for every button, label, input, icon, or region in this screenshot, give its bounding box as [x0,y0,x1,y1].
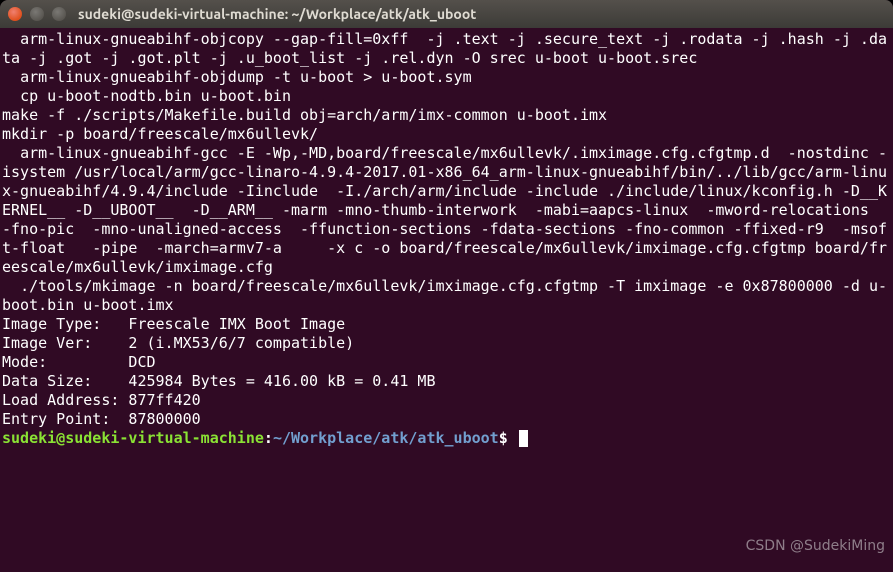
prompt-sep2: $ [499,429,517,447]
terminal-area[interactable]: arm-linux-gnueabihf-objcopy --gap-fill=0… [0,28,893,572]
minimize-icon[interactable] [30,7,44,21]
terminal-window: sudeki@sudeki-virtual-machine: ~/Workpla… [0,0,893,572]
titlebar[interactable]: sudeki@sudeki-virtual-machine: ~/Workpla… [0,0,893,28]
window-title: sudeki@sudeki-virtual-machine: ~/Workpla… [78,5,476,24]
cursor-icon [519,430,528,447]
prompt-user-host: sudeki@sudeki-virtual-machine [2,429,264,447]
prompt-sep1: : [264,429,273,447]
close-icon[interactable] [8,7,22,21]
maximize-icon[interactable] [52,7,66,21]
watermark: CSDN @SudekiMing [746,537,885,556]
prompt-path: ~/Workplace/atk/atk_uboot [273,429,499,447]
terminal-output: arm-linux-gnueabihf-objcopy --gap-fill=0… [2,30,887,428]
